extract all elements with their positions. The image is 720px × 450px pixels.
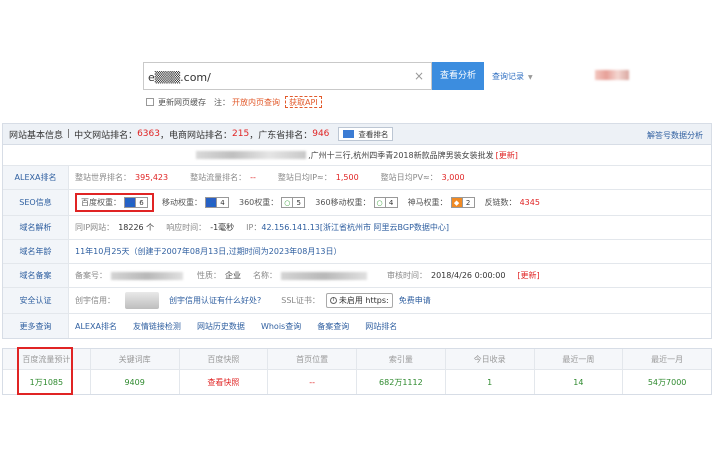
- trust-badge-icon[interactable]: [125, 292, 159, 309]
- icp-row: 域名备案 备案号： 性质： 企业 名称： 审核时间： 2018/4/26 0:00:…: [3, 264, 711, 288]
- row-label: 域名年龄: [3, 240, 69, 263]
- gd-rank-label: 广东省排名：: [258, 130, 313, 141]
- row-label: ALEXA排名: [3, 166, 69, 189]
- row-label: 域名解析: [3, 216, 69, 239]
- link-friendlink-check[interactable]: 友情链接检测: [133, 321, 181, 332]
- baidu-paw-icon: 🐾: [124, 197, 136, 208]
- value-last-week[interactable]: 14: [535, 370, 624, 394]
- traffic-stats-table: 百度流量预计 关键词库 百度快照 首页位置 索引量 今日收录 最近一周 最近一月…: [2, 348, 712, 395]
- alexa-daily-pv: 3,000: [441, 173, 465, 182]
- value-snapshot-link[interactable]: 查看快照: [180, 370, 269, 394]
- row-label: SEO信息: [3, 190, 69, 215]
- 360-weight-value[interactable]: 5: [293, 197, 306, 208]
- seo-row: SEO信息 百度权重： 🐾 6 移动权重： 🐾 4 360权重： ○ 5 360移动权…: [3, 190, 711, 216]
- icp-nature: 企业: [225, 271, 241, 280]
- 360-icon: ○: [281, 197, 294, 208]
- cn-rank-label: 中文网站排名：: [74, 130, 138, 141]
- dns-row: 域名解析 同IP网站： 18226 个 响应时间： -1毫秒 IP： 42.156.1…: [3, 216, 711, 240]
- ec-rank-value: 215: [232, 129, 250, 139]
- value-home-position: --: [268, 370, 357, 394]
- row-label: 更多查询: [3, 314, 69, 338]
- 360-mobile-weight-value[interactable]: 4: [385, 197, 398, 208]
- row-label: 域名备案: [3, 264, 69, 287]
- user-avatar-blurred[interactable]: [595, 70, 629, 80]
- data-analysis-link[interactable]: 解答号数据分析: [647, 130, 703, 141]
- query-history-dropdown[interactable]: 查询记录 ▼: [492, 71, 533, 82]
- blurred-icp-number: [111, 271, 183, 280]
- domain-age-text: 11年10月25天（创建于2007年08月13日,过期时间为2023年08月13…: [75, 247, 342, 256]
- 360-mobile-icon: ○: [373, 197, 386, 208]
- info-icon: i: [329, 297, 337, 304]
- header-last-week: 最近一周: [535, 349, 624, 369]
- title-update-link[interactable]: [更新]: [496, 150, 518, 161]
- search-input[interactable]: [148, 69, 403, 85]
- blurred-icp-name: [281, 271, 367, 280]
- baidu-traffic-highlight: [17, 347, 73, 395]
- trust-benefit-link[interactable]: 创宇信用认证有什么好处?: [169, 295, 261, 306]
- analyze-button[interactable]: 查看分析: [432, 62, 484, 90]
- security-row: 安全认证 创宇信用： 创宇信用认证有什么好处? SSL证书： i 未启用 http…: [3, 288, 711, 314]
- mobile-paw-icon: 🐾: [205, 197, 217, 208]
- header-last-month: 最近一月: [651, 354, 684, 364]
- baidu-weight-box: 百度权重： 🐾 6: [75, 193, 154, 212]
- panel-header: 网站基本信息 | 中文网站排名： 6363， 电商网站排名： 215， 广东省排…: [3, 124, 711, 145]
- view-rank-label: 查看排名: [358, 129, 389, 139]
- baidu-weight-value[interactable]: 6: [136, 197, 148, 208]
- link-site-rank[interactable]: 网站排名: [365, 321, 397, 332]
- clear-icon[interactable]: ×: [414, 69, 424, 83]
- stats-header-row: 百度流量预计 关键词库 百度快照 首页位置 索引量 今日收录 最近一周 最近一月: [3, 349, 711, 370]
- same-ip-count[interactable]: 18226 个: [118, 222, 154, 233]
- chart-icon: [343, 130, 355, 138]
- shenma-weight-value[interactable]: 2: [462, 197, 475, 208]
- header-home-position: 首页位置: [268, 349, 357, 369]
- https-status-button[interactable]: i 未启用 https:: [325, 293, 393, 308]
- link-icp-query[interactable]: 备案查询: [317, 321, 349, 332]
- icp-review-time: 2018/4/26 0:00:00: [431, 271, 506, 280]
- alexa-world-rank[interactable]: 395,423: [135, 173, 168, 182]
- history-label: 查询记录: [492, 72, 524, 81]
- row-label: 安全认证: [3, 288, 69, 313]
- domain-age-row: 域名年龄 11年10月25天（创建于2007年08月13日,过期时间为2023年…: [3, 240, 711, 264]
- header-today-indexed: 今日收录: [446, 349, 535, 369]
- alexa-flow-rank: --: [250, 173, 256, 182]
- ip-address-link[interactable]: 42.156.141.13[浙江省杭州市 阿里云BGP数据中心]: [261, 222, 449, 233]
- chevron-down-icon: ▼: [528, 74, 533, 81]
- panel-title: 网站基本信息: [9, 130, 64, 141]
- header-snapshot: 百度快照: [180, 349, 269, 369]
- alexa-row: ALEXA排名 整站世界排名： 395,423 整站流量排名： -- 整站日均IP≈…: [3, 166, 711, 190]
- value-today-indexed[interactable]: 1: [446, 370, 535, 394]
- icp-update-link[interactable]: [更新]: [517, 270, 539, 281]
- site-info-panel: 网站基本信息 | 中文网站排名： 6363， 电商网站排名： 215， 广东省排…: [2, 123, 712, 339]
- link-whois[interactable]: Whois查询: [261, 321, 301, 332]
- cn-rank-value: 6363: [137, 129, 160, 139]
- options-row: 更新网页缓存 注： 开放内页查询 获取API: [146, 96, 322, 108]
- mobile-weight-value[interactable]: 4: [217, 197, 229, 208]
- backlink-count[interactable]: 4345: [520, 198, 540, 207]
- gd-rank-value: 946: [312, 129, 330, 139]
- update-cache-label: 更新网页缓存: [158, 97, 206, 107]
- link-alexa-rank[interactable]: ALEXA排名: [75, 321, 117, 332]
- free-apply-link[interactable]: 免费申请: [399, 295, 431, 306]
- stats-value-row: 1万1085 9409 查看快照 -- 682万1112 1 14 54万700…: [3, 370, 711, 394]
- site-title: ,广州十三行,杭州四季青2018新款品牌男装女装批发: [308, 150, 494, 160]
- more-query-row: 更多查询 ALEXA排名 友情链接检测 网站历史数据 Whois查询 备案查询 …: [3, 314, 711, 338]
- shenma-icon: ◆: [450, 197, 463, 208]
- alexa-daily-ip: 1,500: [335, 173, 359, 182]
- update-cache-checkbox[interactable]: [146, 98, 154, 106]
- value-index-count[interactable]: 682万1112: [357, 370, 446, 394]
- blurred-title: [196, 151, 307, 159]
- get-api-link[interactable]: 获取API: [285, 96, 322, 108]
- ec-rank-label: 电商网站排名：: [169, 130, 233, 141]
- link-history-data[interactable]: 网站历史数据: [197, 321, 245, 332]
- view-rank-button[interactable]: 查看排名: [338, 127, 394, 141]
- header-index-count: 索引量: [357, 349, 446, 369]
- site-title-row: ,广州十三行,杭州四季青2018新款品牌男装女装批发 [更新]: [3, 145, 711, 166]
- header-keywords: 关键词库: [91, 349, 180, 369]
- open-inner-query-link[interactable]: 开放内页查询: [232, 97, 280, 108]
- response-time: -1毫秒: [210, 223, 235, 232]
- search-box[interactable]: ×: [143, 62, 432, 90]
- value-keywords[interactable]: 9409: [91, 370, 180, 394]
- note-prefix: 注：: [214, 97, 230, 107]
- value-last-month[interactable]: 54万7000: [623, 370, 711, 394]
